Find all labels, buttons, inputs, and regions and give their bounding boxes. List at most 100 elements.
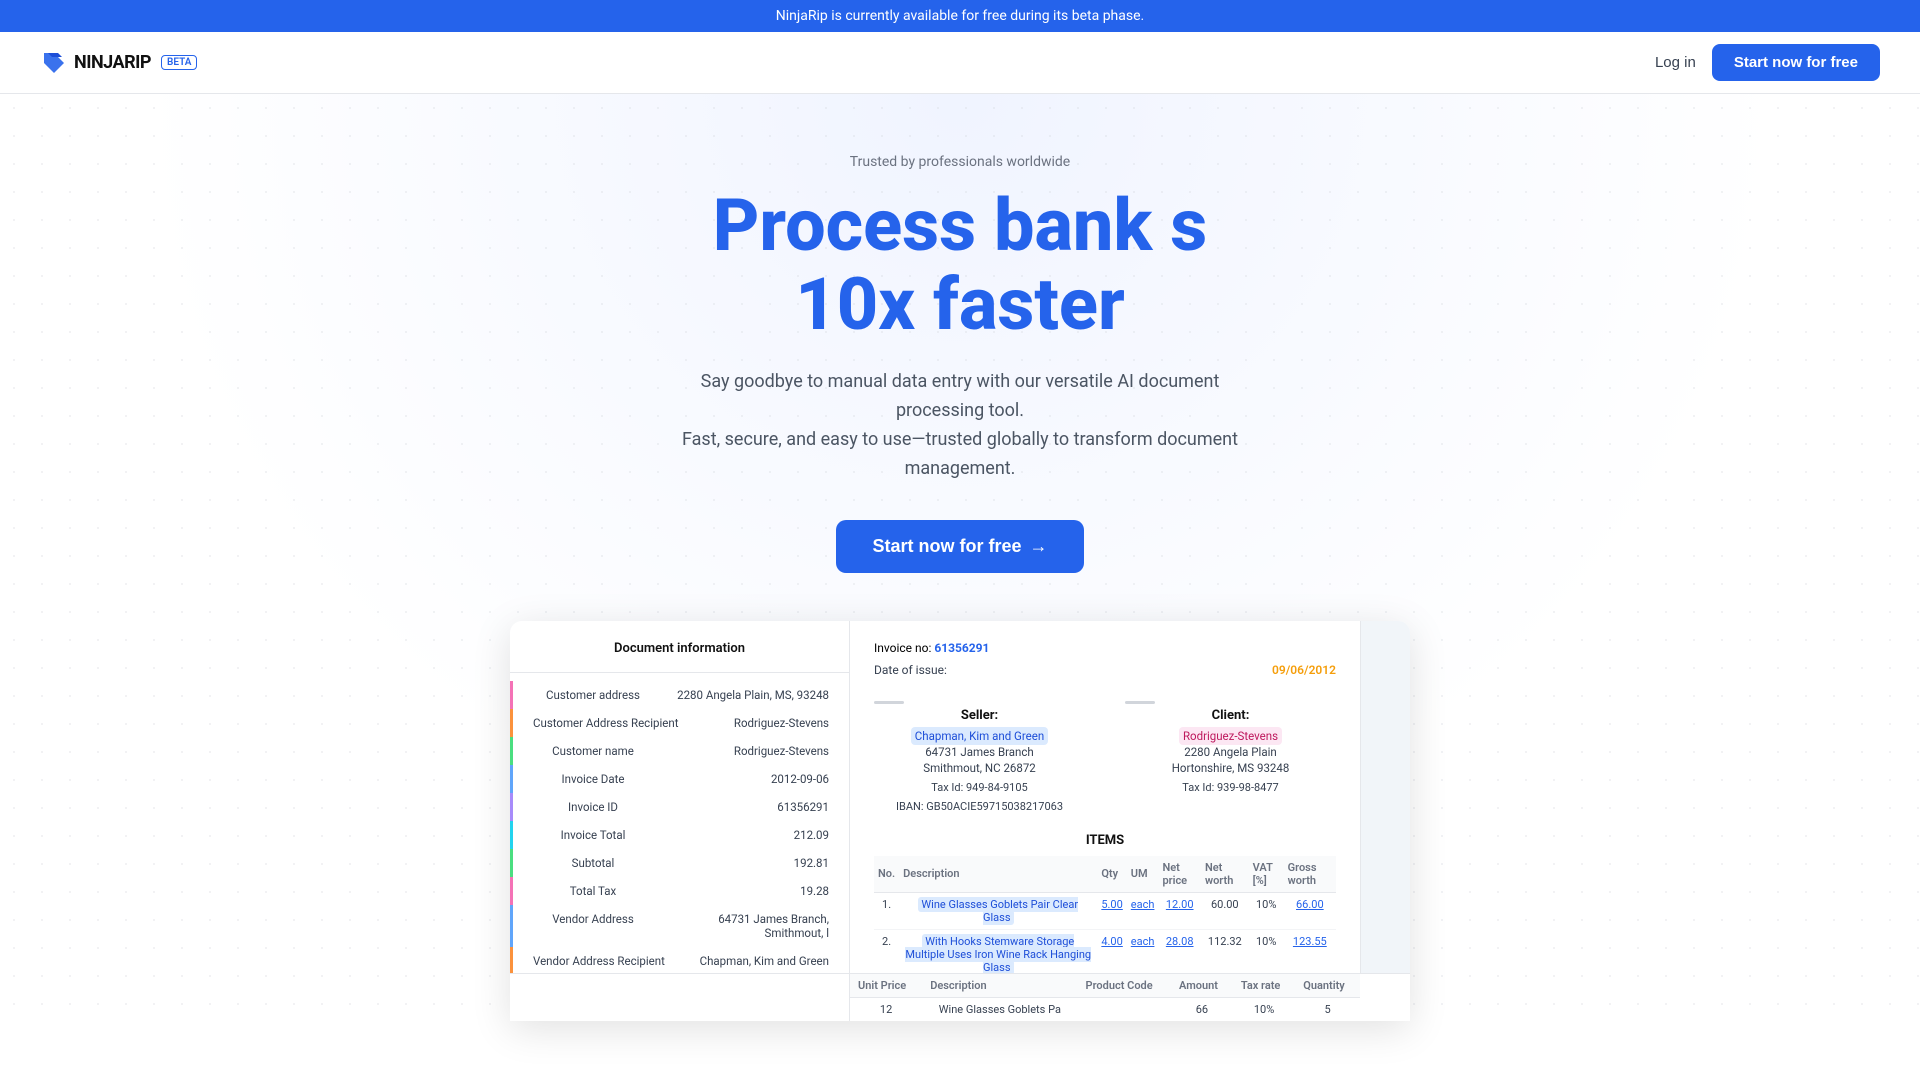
- start-button-nav[interactable]: Start now for free: [1712, 44, 1880, 81]
- bottom-right: Unit PriceDescriptionProduct CodeAmountT…: [850, 974, 1360, 1021]
- field-name-6: Subtotal: [533, 856, 653, 870]
- hero-title-line1: Process bank s: [713, 183, 1207, 268]
- field-name-2: Customer name: [533, 744, 653, 758]
- bottom-left: [510, 974, 850, 1021]
- seller-name: Chapman, Kim and Green: [911, 727, 1048, 745]
- items-col-5: Net worth: [1201, 856, 1249, 893]
- items-cell-0-1: Wine Glasses Goblets Pair Clear Glass: [899, 892, 1097, 929]
- field-name-9: Vendor Address Recipient: [533, 954, 665, 968]
- items-cell-1-4: 28.08: [1158, 929, 1201, 979]
- document-preview: Document information Customer address228…: [510, 621, 1410, 1021]
- items-cell-0-4: 12.00: [1158, 892, 1201, 929]
- items-cell-1-6: 10%: [1249, 929, 1284, 979]
- hero-subtitle-line2: Fast, secure, and easy to use—trusted gl…: [682, 429, 1238, 479]
- client-address2: Hortonshire, MS 93248: [1125, 761, 1336, 775]
- items-col-6: VAT [%]: [1249, 856, 1284, 893]
- doc-fields: Customer address2280 Angela Plain, MS, 9…: [510, 681, 849, 1021]
- field-value-6: 192.81: [794, 856, 829, 870]
- items-col-2: Qty: [1097, 856, 1126, 893]
- invoice-header: Invoice no: 61356291: [874, 641, 1336, 655]
- seller-address1: 64731 James Branch: [874, 745, 1085, 759]
- bottom-col-4: Tax rate: [1233, 974, 1295, 998]
- beta-badge: BETA: [161, 55, 197, 70]
- field-value-9: Chapman, Kim and Green: [700, 954, 829, 968]
- hero-subtitle-line1: Say goodbye to manual data entry with ou…: [701, 371, 1220, 421]
- client-address1: 2280 Angela Plain: [1125, 745, 1336, 759]
- login-button[interactable]: Log in: [1655, 54, 1696, 71]
- invoice-date-value: 09/06/2012: [1272, 663, 1336, 677]
- bottom-strip: Unit PriceDescriptionProduct CodeAmountT…: [510, 973, 1410, 1021]
- navbar: NINJARIP BETA Log in Start now for free: [0, 32, 1920, 94]
- doc-field-1: Customer Address Recipient Rodriguez-Stev…: [510, 709, 849, 737]
- doc-info-title: Document information: [510, 641, 849, 673]
- bottom-cell-1: Wine Glasses Goblets Pa: [922, 997, 1077, 1021]
- logo-area: NINJARIP BETA: [40, 49, 197, 77]
- client-party: Client: Rodriguez-Stevens 2280 Angela Pl…: [1125, 697, 1336, 813]
- seller-party: Seller: Chapman, Kim and Green 64731 Jam…: [874, 697, 1085, 813]
- doc-field-0: Customer address2280 Angela Plain, MS, 9…: [510, 681, 849, 709]
- field-value-0: 2280 Angela Plain, MS, 93248: [677, 688, 829, 702]
- hero-subtitle: Say goodbye to manual data entry with ou…: [660, 368, 1260, 483]
- invoice-no-value: 61356291: [934, 641, 989, 655]
- client-divider: [1125, 701, 1155, 704]
- bottom-body: 12Wine Glasses Goblets Pa6610%5: [850, 997, 1360, 1021]
- bottom-col-2: Product Code: [1078, 974, 1171, 998]
- hero-section: Trusted by professionals worldwide Proce…: [0, 94, 1920, 1021]
- start-button-hero[interactable]: Start now for free →: [836, 520, 1083, 573]
- logo-text: NINJARIP: [74, 52, 151, 73]
- arrow-icon: →: [1030, 536, 1048, 557]
- bottom-table: Unit PriceDescriptionProduct CodeAmountT…: [850, 974, 1360, 1021]
- items-cell-0-2: 5.00: [1097, 892, 1126, 929]
- items-cell-0-6: 10%: [1249, 892, 1284, 929]
- items-cell-0-7: 66.00: [1284, 892, 1336, 929]
- doc-field-2: Customer name Rodriguez-Stevens: [510, 737, 849, 765]
- start-button-hero-label: Start now for free: [872, 536, 1021, 557]
- doc-field-6: Subtotal 192.81: [510, 849, 849, 877]
- bottom-col-3: Amount: [1171, 974, 1233, 998]
- field-value-5: 212.09: [794, 828, 829, 842]
- items-col-4: Net price: [1158, 856, 1201, 893]
- doc-field-4: Invoice ID 61356291: [510, 793, 849, 821]
- top-banner: NinjaRip is currently available for free…: [0, 0, 1920, 32]
- field-value-4: 61356291: [777, 800, 829, 814]
- bottom-cell-0: 12: [850, 997, 922, 1021]
- invoice-date-label: Date of issue:: [874, 663, 947, 677]
- items-cell-1-3: each: [1127, 929, 1159, 979]
- items-header: No.DescriptionQtyUMNet priceNet worthVAT…: [874, 856, 1336, 893]
- seller-label: Seller:: [874, 708, 1085, 723]
- bottom-col-5: Quantity: [1295, 974, 1360, 998]
- field-name-5: Invoice Total: [533, 828, 653, 842]
- invoice-no-label: Invoice no:: [874, 641, 931, 655]
- bottom-edge: [1360, 974, 1410, 1021]
- items-col-7: Gross worth: [1284, 856, 1336, 893]
- field-name-4: Invoice ID: [533, 800, 653, 814]
- doc-info-panel: Document information Customer address228…: [510, 621, 850, 1021]
- items-col-3: UM: [1127, 856, 1159, 893]
- invoice-date-row: Date of issue: 09/06/2012: [874, 663, 1336, 677]
- items-col-0: No.: [874, 856, 899, 893]
- doc-field-8: Vendor Address64731 James Branch, Smithm…: [510, 905, 849, 947]
- field-name-8: Vendor Address: [533, 912, 653, 926]
- field-value-2: Rodriguez-Stevens: [734, 744, 829, 758]
- field-name-1: Customer Address Recipient: [533, 716, 678, 730]
- bottom-cell-4: 10%: [1233, 997, 1295, 1021]
- doc-field-5: Invoice Total 212.09: [510, 821, 849, 849]
- seller-divider: [874, 701, 904, 704]
- bottom-col-1: Description: [922, 974, 1077, 998]
- bottom-cell-3: 66: [1171, 997, 1233, 1021]
- items-cell-1-7: 123.55: [1284, 929, 1336, 979]
- seller-address2: Smithmout, NC 26872: [874, 761, 1085, 775]
- bottom-col-0: Unit Price: [850, 974, 922, 998]
- client-label: Client:: [1125, 708, 1336, 723]
- logo-icon: [40, 49, 68, 77]
- field-value-1: Rodriguez-Stevens: [734, 716, 829, 730]
- bottom-header: Unit PriceDescriptionProduct CodeAmountT…: [850, 974, 1360, 998]
- field-name-7: Total Tax: [533, 884, 653, 898]
- doc-right-edge: [1360, 621, 1410, 1021]
- client-tax: Tax Id: 939-98-8477: [1125, 781, 1336, 794]
- field-name-3: Invoice Date: [533, 772, 653, 786]
- nav-actions: Log in Start now for free: [1655, 44, 1880, 81]
- items-title: ITEMS: [874, 833, 1336, 848]
- bottom-cell-2: [1078, 997, 1171, 1021]
- invoice-panel: Invoice no: 61356291 Date of issue: 09/0…: [850, 621, 1360, 1021]
